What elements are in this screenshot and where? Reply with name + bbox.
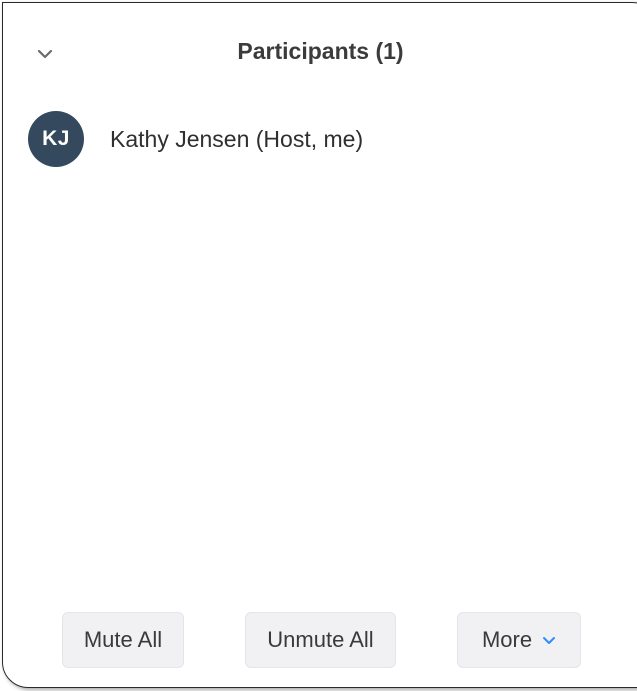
unmute-all-button[interactable]: Unmute All — [245, 612, 396, 668]
chevron-down-icon — [542, 636, 556, 645]
mute-all-button[interactable]: Mute All — [62, 612, 184, 668]
panel-header: Participants (1) — [0, 0, 637, 104]
more-label: More — [481, 627, 533, 652]
more-button[interactable]: More — [457, 612, 581, 668]
panel-footer: Mute All Unmute All More — [0, 612, 637, 668]
participant-list-item[interactable]: KJ Kathy Jensen (Host, me) — [28, 110, 363, 168]
participants-panel — [2, 2, 637, 688]
avatar: KJ — [28, 111, 84, 167]
participant-name: Kathy Jensen (Host, me) — [110, 125, 364, 152]
panel-title: Participants (1) — [237, 38, 404, 64]
